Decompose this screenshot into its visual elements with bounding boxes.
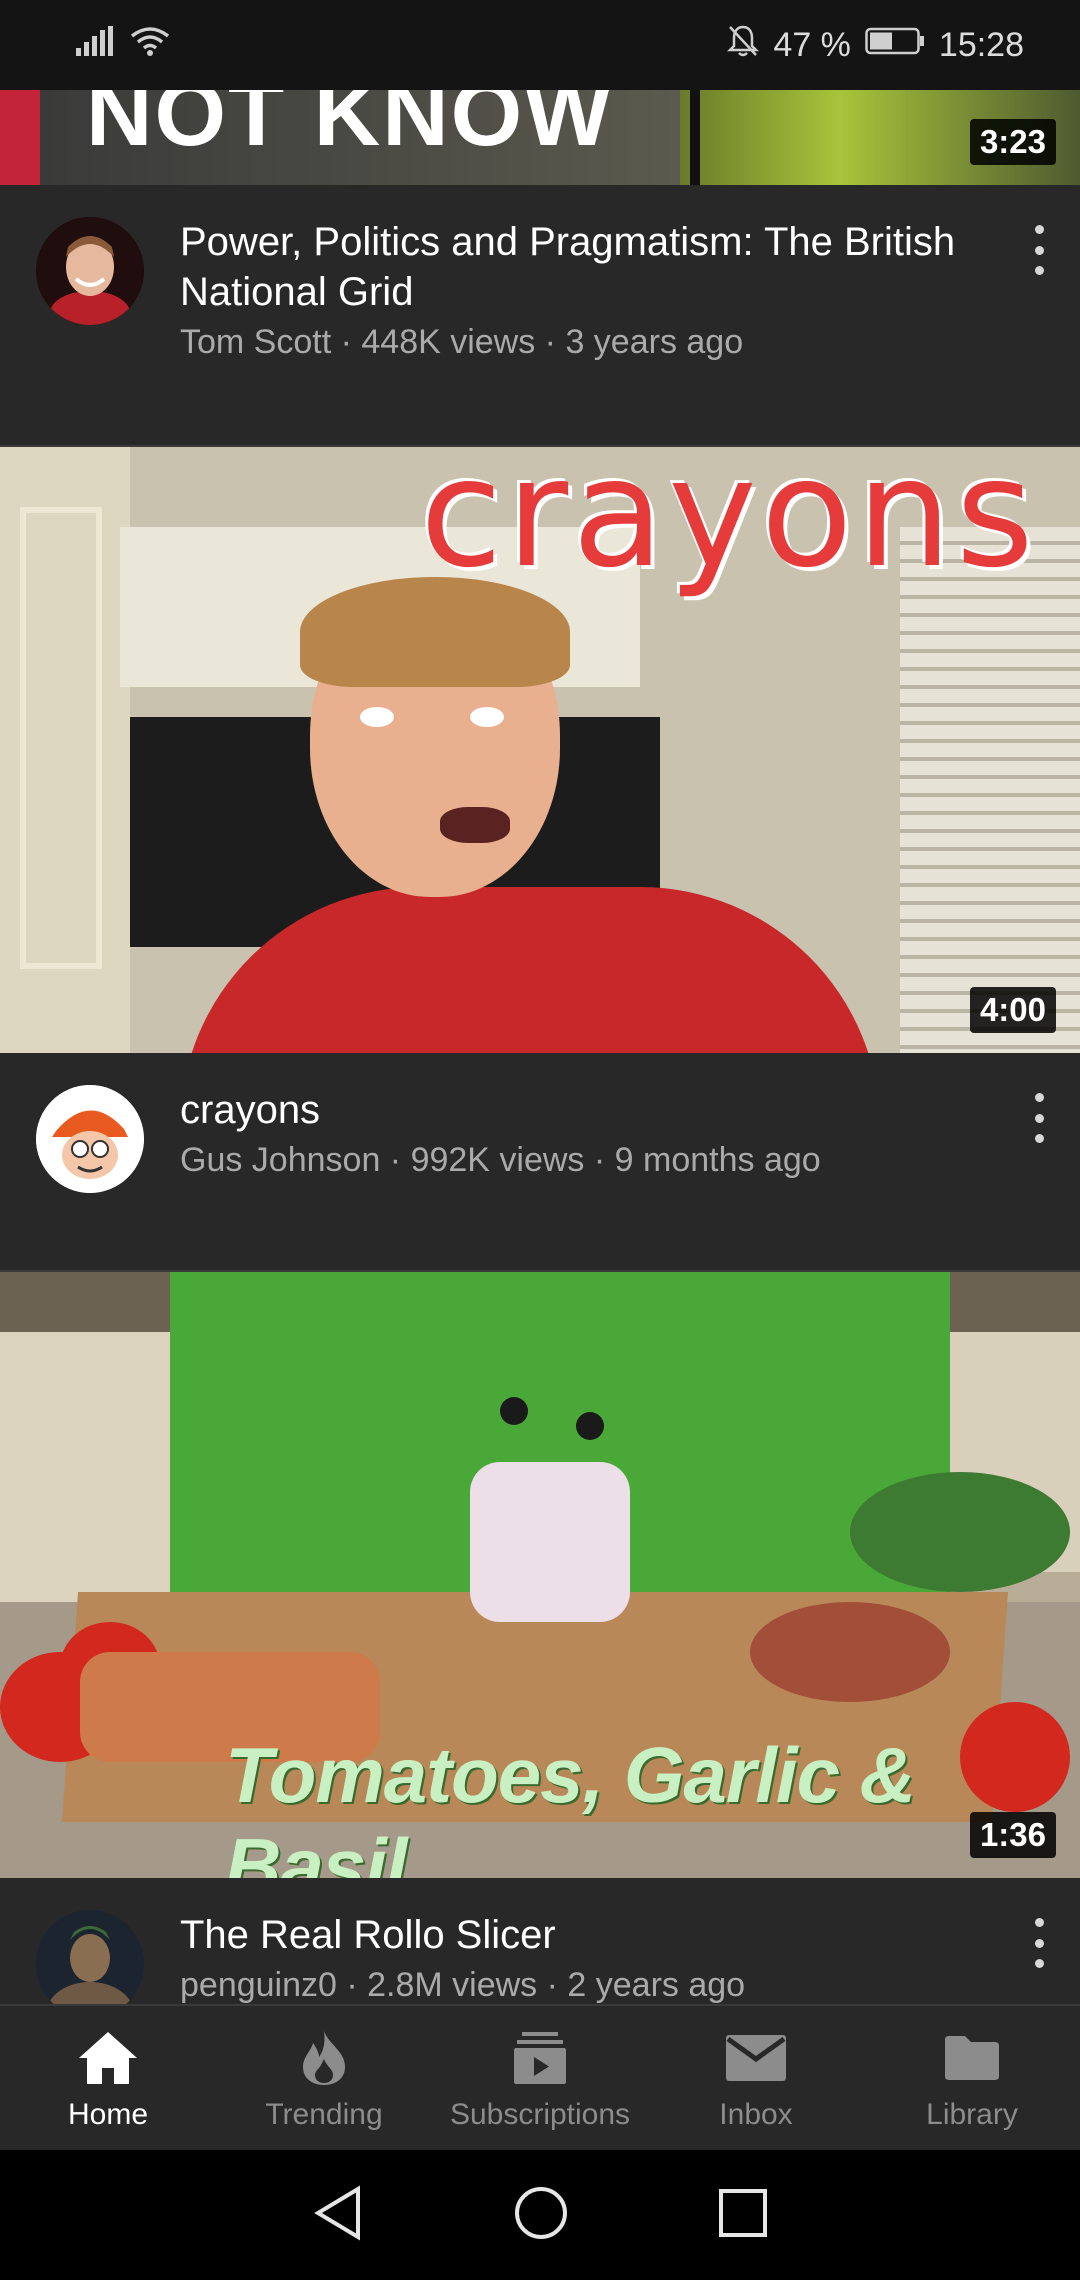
video-meta: crayons Gus Johnson · 992K views · 9 mon… (0, 1053, 1080, 1253)
thumbnail-caption: NOT KNOW (86, 90, 614, 165)
battery-percent: 47 % (773, 25, 851, 64)
more-options-icon[interactable] (1024, 1093, 1054, 1143)
bottom-navigation: Home Trending Subscriptions Inbox Librar… (0, 2004, 1080, 2152)
video-meta: The Real Rollo Slicer penguinz0 · 2.8M v… (0, 1878, 1080, 2004)
channel-avatar[interactable] (36, 1910, 144, 2004)
nav-library-label: Library (926, 2098, 1018, 2131)
video-subtitle: Tom Scott · 448K views · 3 years ago (180, 323, 744, 361)
mail-icon (721, 2028, 791, 2088)
nav-library[interactable]: Library (864, 2006, 1080, 2152)
thumbnail-caption: Tomatoes, Garlic & Basil (225, 1731, 916, 1878)
video-subtitle: Gus Johnson · 992K views · 9 months ago (180, 1141, 821, 1179)
video-thumbnail[interactable]: Tomatoes, Garlic & Basil 1:36 (0, 1272, 1080, 1878)
thumbnail-caption: crayons (420, 447, 1038, 601)
video-feed[interactable]: NOT KNOW 3:23 Power, Politics and Pragma… (0, 90, 1080, 2004)
signal-icon (76, 25, 116, 65)
video-title[interactable]: The Real Rollo Slicer (180, 1910, 1010, 1960)
nav-trending[interactable]: Trending (216, 2006, 432, 2152)
nav-subscriptions[interactable]: Subscriptions (432, 2006, 648, 2152)
folder-icon (937, 2028, 1007, 2088)
nav-inbox-label: Inbox (719, 2098, 793, 2131)
duration-badge: 4:00 (969, 987, 1056, 1033)
video-title[interactable]: crayons (180, 1085, 1010, 1135)
home-circle-icon[interactable] (514, 2186, 568, 2245)
duration-badge: 1:36 (969, 1812, 1056, 1858)
mute-bell-icon (727, 24, 760, 67)
nav-subscriptions-label: Subscriptions (449, 2098, 631, 2131)
duration-badge: 3:23 (969, 119, 1056, 165)
battery-icon (865, 26, 925, 65)
video-meta: Power, Politics and Pragmatism: The Brit… (0, 185, 1080, 415)
nav-trending-label: Trending (265, 2098, 383, 2131)
subscriptions-icon (505, 2028, 575, 2088)
system-navigation-bar (0, 2150, 1080, 2280)
video-title[interactable]: Power, Politics and Pragmatism: The Brit… (180, 217, 1010, 317)
more-options-icon[interactable] (1024, 225, 1054, 275)
video-subtitle: penguinz0 · 2.8M views · 2 years ago (180, 1966, 746, 2004)
nav-home[interactable]: Home (0, 2006, 216, 2152)
recents-square-icon[interactable] (718, 2188, 768, 2243)
channel-avatar[interactable] (36, 217, 144, 325)
channel-avatar[interactable] (36, 1085, 144, 1193)
nav-inbox[interactable]: Inbox (648, 2006, 864, 2152)
home-icon (73, 2028, 143, 2088)
trending-flame-icon (289, 2028, 359, 2088)
status-bar: 47 % 15:28 (0, 0, 1080, 90)
video-thumbnail[interactable]: NOT KNOW 3:23 (0, 90, 1080, 185)
back-icon[interactable] (312, 2184, 364, 2246)
nav-home-label: Home (67, 2098, 149, 2131)
more-options-icon[interactable] (1024, 1918, 1054, 1968)
clock-time: 15:28 (938, 25, 1024, 64)
wifi-icon (130, 26, 170, 65)
video-thumbnail[interactable]: crayons 4:00 (0, 447, 1080, 1053)
